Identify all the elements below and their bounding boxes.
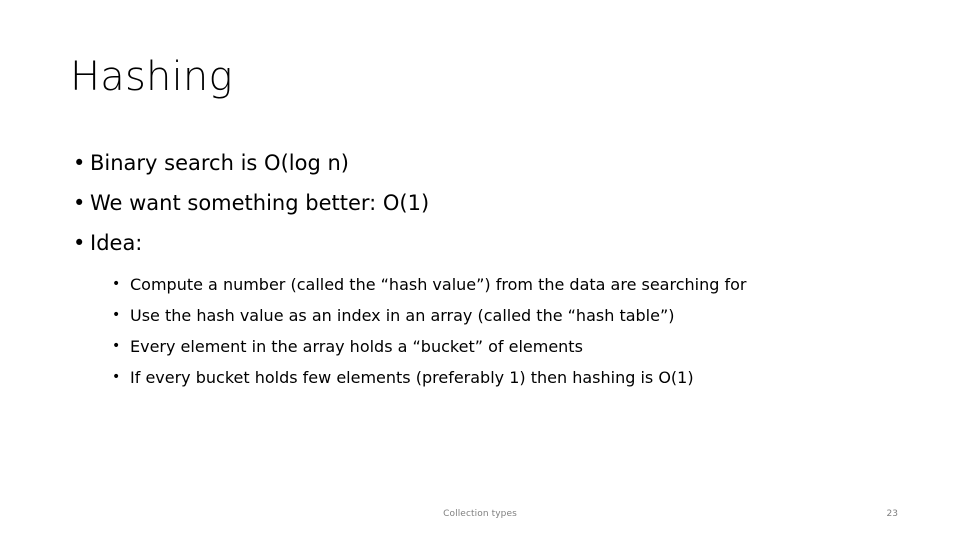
slide-body: • Binary search is O(log n) • We want so…: [70, 143, 900, 393]
bullet-marker-icon: •: [112, 369, 121, 385]
bullet-item-binary-search: • Binary search is O(log n): [70, 143, 900, 183]
sub-bullet-list: • Compute a number (called the “hash val…: [70, 269, 900, 393]
slide-canvas: Hashing • Binary search is O(log n) • We…: [0, 0, 960, 540]
sub-bullet-container: • Compute a number (called the “hash val…: [70, 269, 900, 393]
sub-bullet-item-compute-number: • Compute a number (called the “hash val…: [112, 269, 900, 300]
bullet-marker-icon: •: [73, 231, 86, 255]
bullet-item-idea: • Idea:: [70, 223, 900, 263]
bullet-marker-icon: •: [112, 338, 121, 354]
bullet-item-want-better: • We want something better: O(1): [70, 183, 900, 223]
sub-bullet-label: If every bucket holds few elements (pref…: [130, 368, 694, 387]
sub-bullet-item-if-every-bucket: • If every bucket holds few elements (pr…: [112, 362, 900, 393]
sub-bullet-label: Every element in the array holds a “buck…: [130, 337, 583, 356]
sub-bullet-item-every-element: • Every element in the array holds a “bu…: [112, 331, 900, 362]
sub-bullet-label: Compute a number (called the “hash value…: [130, 275, 747, 294]
bullet-marker-icon: •: [112, 307, 121, 323]
footer-text: Collection types: [443, 509, 517, 519]
bullet-label: We want something better: O(1): [90, 191, 430, 215]
main-bullet-list: • Binary search is O(log n) • We want so…: [70, 143, 900, 393]
bullet-label: Binary search is O(log n): [90, 151, 349, 175]
bullet-marker-icon: •: [73, 191, 86, 215]
sub-bullet-item-use-hash-value: • Use the hash value as an index in an a…: [112, 300, 900, 331]
bullet-label: Idea:: [90, 231, 143, 255]
bullet-marker-icon: •: [112, 276, 121, 292]
sub-bullet-label: Use the hash value as an index in an arr…: [130, 306, 675, 325]
bullet-marker-icon: •: [73, 151, 86, 175]
page-title: Hashing: [70, 54, 233, 100]
page-number: 23: [886, 509, 898, 519]
